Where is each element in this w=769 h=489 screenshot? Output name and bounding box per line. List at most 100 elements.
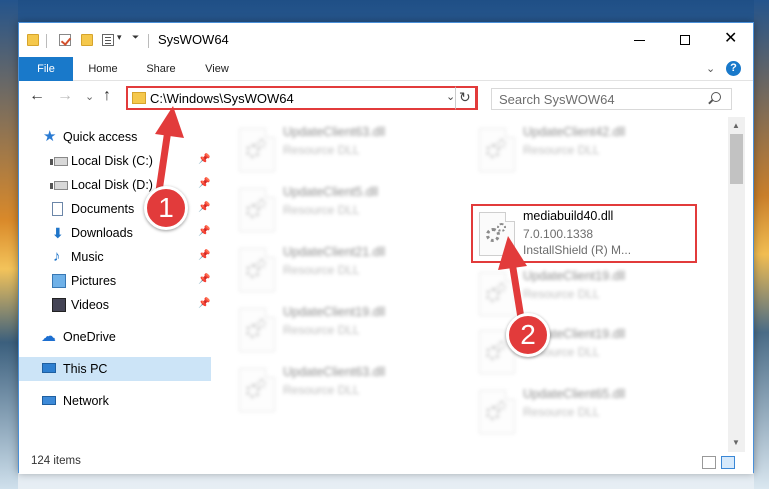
step-1-badge: 1 bbox=[144, 186, 188, 230]
collapse-ribbon-icon[interactable]: ⌄ bbox=[706, 62, 715, 75]
file-item[interactable]: UpdateClient63.dll Resource DLL bbox=[235, 361, 475, 417]
document-icon bbox=[52, 202, 63, 216]
address-bar[interactable]: C:\Windows\SysWOW64 ⌄ bbox=[126, 86, 478, 110]
tab-view[interactable]: View bbox=[195, 57, 239, 81]
file-item[interactable]: UpdateClient21.dll Resource DLL bbox=[235, 241, 475, 297]
pin-icon[interactable]: 📌 bbox=[198, 202, 210, 213]
dll-file-icon bbox=[239, 368, 275, 412]
sidebar-item-music[interactable]: ♪ Music 📌 bbox=[19, 245, 211, 269]
drive-icon bbox=[50, 181, 68, 190]
maximize-button[interactable] bbox=[663, 23, 709, 57]
details-view-icon[interactable] bbox=[702, 456, 716, 469]
file-type: Resource DLL bbox=[283, 203, 360, 217]
sidebar-item-label: Network bbox=[63, 394, 109, 408]
dll-file-icon bbox=[479, 390, 515, 434]
network-icon bbox=[42, 396, 56, 405]
divider bbox=[46, 34, 47, 48]
pin-icon[interactable]: 📌 bbox=[198, 154, 210, 165]
vertical-scrollbar[interactable]: ▲ ▼ bbox=[728, 117, 745, 452]
address-path[interactable]: C:\Windows\SysWOW64 bbox=[150, 91, 294, 106]
item-count: 124 items bbox=[31, 455, 81, 467]
sidebar-item-videos[interactable]: Videos 📌 bbox=[19, 293, 211, 317]
videos-icon bbox=[52, 298, 66, 312]
tab-share[interactable]: Share bbox=[139, 57, 183, 81]
title-bar[interactable]: ▾ ⏷ SysWOW64 ✕ bbox=[19, 23, 753, 57]
quick-access-dropdown-icon[interactable]: ▾ bbox=[117, 32, 122, 43]
file-type: Resource DLL bbox=[523, 287, 600, 301]
pin-icon[interactable]: 📌 bbox=[198, 250, 210, 261]
file-item[interactable]: UpdateClient5.dll Resource DLL bbox=[235, 181, 475, 237]
download-icon: ⬇ bbox=[52, 225, 64, 241]
music-icon: ♪ bbox=[53, 248, 61, 265]
address-dropdown-icon[interactable]: ⌄ bbox=[446, 90, 455, 103]
file-type: Resource DLL bbox=[283, 143, 360, 157]
close-icon: ✕ bbox=[724, 30, 738, 47]
scroll-up-icon[interactable]: ▲ bbox=[732, 121, 740, 130]
large-icons-view-icon[interactable] bbox=[721, 456, 735, 469]
tab-file[interactable]: File bbox=[19, 57, 73, 81]
recent-locations-icon[interactable]: ⌄ bbox=[85, 90, 94, 103]
pin-icon[interactable]: 📌 bbox=[198, 274, 210, 285]
dll-file-icon bbox=[479, 128, 515, 172]
pin-icon[interactable]: 📌 bbox=[198, 298, 210, 309]
minimize-icon bbox=[634, 40, 645, 41]
window-title: SysWOW64 bbox=[158, 32, 229, 47]
sidebar-item-label: Downloads bbox=[71, 226, 133, 240]
sidebar-item-network[interactable]: Network bbox=[19, 389, 211, 413]
folder-icon bbox=[27, 34, 39, 46]
customize-toolbar-icon[interactable]: ⏷ bbox=[132, 32, 139, 43]
scrollbar-thumb[interactable] bbox=[730, 134, 743, 184]
sidebar-item-pictures[interactable]: Pictures 📌 bbox=[19, 269, 211, 293]
search-placeholder: Search SysWOW64 bbox=[499, 92, 615, 107]
up-arrow-icon[interactable]: ↑ bbox=[103, 87, 111, 105]
sidebar-item-onedrive[interactable]: ☁ OneDrive bbox=[19, 325, 211, 349]
refresh-button[interactable]: ↻ bbox=[455, 86, 477, 110]
folder-icon bbox=[132, 92, 146, 104]
sidebar-item-label: Videos bbox=[71, 298, 109, 312]
file-item[interactable]: UpdateClient42.dll Resource DLL bbox=[475, 121, 715, 177]
tab-home[interactable]: Home bbox=[81, 57, 125, 81]
close-button[interactable]: ✕ bbox=[709, 23, 755, 57]
file-item[interactable]: UpdateClient65.dll Resource DLL bbox=[475, 383, 715, 439]
cloud-icon: ☁ bbox=[41, 328, 56, 345]
dll-file-icon bbox=[239, 248, 275, 292]
search-icon[interactable] bbox=[711, 92, 721, 102]
forward-arrow-icon[interactable]: → bbox=[57, 87, 73, 105]
pin-icon[interactable]: 📌 bbox=[198, 226, 210, 237]
scroll-down-icon[interactable]: ▼ bbox=[732, 438, 740, 447]
dll-file-icon bbox=[479, 272, 515, 316]
sidebar-item-this-pc[interactable]: This PC bbox=[19, 357, 211, 381]
pin-icon[interactable]: 📌 bbox=[198, 178, 210, 189]
sidebar-item-downloads[interactable]: ⬇ Downloads 📌 bbox=[19, 221, 211, 245]
file-type: Resource DLL bbox=[283, 383, 360, 397]
sidebar-item-quick-access[interactable]: ★ Quick access bbox=[19, 125, 211, 149]
dll-file-icon bbox=[239, 128, 275, 172]
new-folder-icon[interactable] bbox=[81, 34, 93, 46]
sidebar-item-local-disk-c[interactable]: Local Disk (C:) 📌 bbox=[19, 149, 211, 173]
search-input[interactable]: Search SysWOW64 bbox=[491, 88, 732, 110]
file-highlight-box bbox=[471, 204, 697, 263]
file-item[interactable]: UpdateClient63.dll Resource DLL bbox=[235, 121, 475, 177]
file-name: UpdateClient63.dll bbox=[283, 365, 386, 379]
properties-icon[interactable] bbox=[102, 34, 114, 46]
sidebar-item-label: Quick access bbox=[63, 130, 138, 144]
computer-icon bbox=[42, 363, 56, 373]
minimize-button[interactable] bbox=[617, 23, 663, 57]
drive-icon bbox=[50, 157, 68, 166]
dll-file-icon bbox=[239, 308, 275, 352]
sidebar-item-label: Local Disk (C:) bbox=[71, 154, 153, 168]
help-icon[interactable]: ? bbox=[726, 61, 741, 76]
file-item[interactable]: UpdateClient19.dll Resource DLL bbox=[235, 301, 475, 357]
file-name: UpdateClient65.dll bbox=[523, 387, 626, 401]
desktop-wallpaper-left bbox=[0, 0, 18, 489]
star-icon: ★ bbox=[43, 128, 57, 145]
file-list: UpdateClient63.dll Resource DLL UpdateCl… bbox=[215, 117, 728, 452]
file-name: UpdateClient5.dll bbox=[283, 185, 379, 199]
file-type: Resource DLL bbox=[283, 323, 360, 337]
file-item[interactable]: UpdateClient19.dll Resource DLL bbox=[475, 265, 715, 321]
file-name: UpdateClient42.dll bbox=[523, 125, 626, 139]
properties-check-icon[interactable] bbox=[59, 34, 71, 46]
desktop-wallpaper-right bbox=[754, 0, 769, 489]
back-arrow-icon[interactable]: ← bbox=[29, 87, 45, 105]
sidebar-item-label: Music bbox=[71, 250, 104, 264]
